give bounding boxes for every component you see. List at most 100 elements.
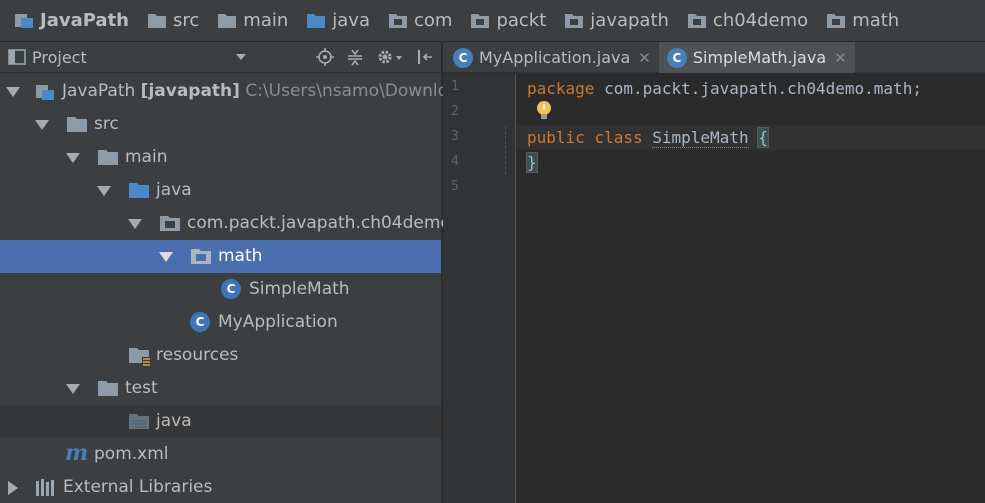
breadcrumb-item-java[interactable]: java [294, 0, 376, 42]
project-panel-header: Project [0, 42, 441, 73]
project-panel-title: Project [32, 47, 87, 67]
tree-item-math[interactable]: math [0, 240, 441, 273]
breadcrumb-label: main [243, 10, 289, 31]
keyword: package [527, 79, 595, 98]
breadcrumb-label: java [332, 10, 370, 31]
breadcrumb-label: math [852, 10, 900, 31]
collapse-all-icon[interactable] [345, 46, 365, 68]
package-icon [471, 14, 490, 28]
settings-gear-icon[interactable] [375, 46, 405, 68]
package-icon [160, 216, 180, 231]
tree-item-label: resources [156, 345, 239, 365]
close-brace: } [526, 152, 538, 173]
breadcrumb-label: packt [496, 10, 547, 31]
breadcrumb-label: JavaPath [40, 10, 129, 31]
project-icon [15, 14, 33, 28]
breadcrumb-label: ch04demo [712, 10, 809, 31]
test-folder-icon [129, 414, 149, 429]
expand-arrow-icon[interactable] [66, 383, 80, 395]
breadcrumb-item-com[interactable]: com [376, 0, 458, 42]
breadcrumb-item-ch04demo[interactable]: ch04demo [675, 0, 814, 42]
package-icon [388, 14, 407, 28]
breadcrumb-label: javapath [590, 10, 669, 31]
breadcrumb-item-src[interactable]: src [135, 0, 205, 42]
tree-item-package[interactable]: com.packt.javapath.ch04demo [0, 207, 451, 240]
tree-item-label: MyApplication [218, 312, 338, 332]
expand-arrow-icon[interactable] [128, 218, 142, 230]
breadcrumb-item-main[interactable]: main [205, 0, 294, 42]
module-icon [36, 85, 54, 100]
hide-panel-icon[interactable] [415, 46, 435, 68]
breadcrumb: JavaPath src main java com packt javapat… [0, 0, 985, 42]
editor-tab-bar: C MyApplication.java ✕ C SimpleMath.java… [443, 42, 985, 73]
tree-item-label: External Libraries [63, 477, 213, 497]
tree-item-test-java[interactable]: java [0, 405, 441, 438]
folder-icon [218, 14, 237, 28]
code-area: package com.packt.javapath.ch04demo.math… [526, 74, 922, 173]
tab-label: MyApplication.java [479, 48, 631, 67]
project-tree: JavaPath [javapath] C:\Users\nsamo\Downl… [0, 75, 469, 503]
tree-item-myapplication[interactable]: C MyApplication [0, 306, 441, 339]
tree-item-javapath[interactable]: JavaPath [javapath] C:\Users\nsamo\Downl… [0, 75, 469, 108]
line-gutter: 1 2 3 4 5 [443, 74, 516, 503]
expand-arrow-icon[interactable] [159, 251, 173, 263]
line-number: 2 [451, 104, 459, 119]
breadcrumb-label: src [173, 10, 200, 31]
tab-simplemath[interactable]: C SimpleMath.java ✕ [658, 42, 855, 73]
line-number: 4 [451, 154, 459, 169]
tree-item-test[interactable]: test [0, 372, 441, 405]
breadcrumb-item-math[interactable]: math [814, 0, 905, 42]
tree-item-label: java [156, 411, 192, 431]
close-tab-icon[interactable]: ✕ [638, 49, 651, 67]
tab-myapplication[interactable]: C MyApplication.java ✕ [443, 42, 659, 73]
view-dropdown-icon[interactable] [236, 53, 246, 61]
tree-item-pom[interactable]: m pom.xml [0, 438, 441, 471]
class-icon: C [190, 312, 210, 332]
package-icon [191, 249, 211, 264]
tree-item-label: test [125, 378, 158, 398]
tree-item-label: java [156, 180, 192, 200]
code-editor[interactable]: 1 2 3 4 5 package com.packt.javapath.ch0… [443, 74, 985, 503]
source-folder-icon [129, 183, 149, 198]
line-number: 3 [451, 129, 459, 144]
folder-icon [148, 14, 166, 28]
expand-arrow-icon[interactable] [66, 152, 80, 164]
tree-item-src[interactable]: src [0, 108, 441, 141]
line-number: 1 [451, 79, 459, 94]
collapsed-arrow-icon[interactable] [7, 481, 19, 495]
library-icon [36, 479, 54, 496]
code-line-1: package com.packt.javapath.ch04demo.math… [527, 76, 922, 101]
class-icon: C [453, 47, 473, 68]
close-tab-icon[interactable]: ✕ [834, 49, 847, 67]
package-name: com.packt.javapath.ch04demo.math; [594, 79, 922, 98]
tree-item-label: math [218, 246, 263, 266]
tree-item-simplemath[interactable]: C SimpleMath [0, 273, 441, 306]
code-line-4: } [526, 150, 538, 175]
package-icon [827, 14, 846, 28]
breadcrumb-item-javapath[interactable]: javapath [552, 0, 675, 42]
maven-icon: m [65, 440, 89, 466]
tree-item-java[interactable]: java [0, 174, 441, 207]
folder-icon [98, 381, 118, 396]
breadcrumb-item-javapath[interactable]: JavaPath [0, 0, 135, 42]
tree-item-label: com.packt.javapath.ch04demo [187, 213, 451, 233]
expand-arrow-icon[interactable] [35, 119, 49, 131]
open-brace: { [757, 127, 769, 148]
project-panel: Project JavaPath [javapath] C:\Users\nsa… [0, 42, 469, 503]
breadcrumb-label: com [413, 10, 453, 31]
source-folder-icon [307, 14, 326, 28]
locate-file-icon[interactable] [315, 46, 335, 68]
breadcrumb-item-packt[interactable]: packt [458, 0, 552, 42]
tree-item-external-libraries[interactable]: External Libraries [0, 471, 441, 503]
folder-icon [98, 150, 118, 165]
fold-guide [505, 126, 506, 174]
tree-item-label: pom.xml [94, 444, 169, 464]
tree-item-resources[interactable]: resources [0, 339, 441, 372]
expand-arrow-icon[interactable] [97, 185, 111, 197]
tree-item-main[interactable]: main [0, 141, 441, 174]
class-icon: C [221, 279, 241, 299]
expand-arrow-icon[interactable] [6, 86, 20, 98]
class-name: SimpleMath [652, 128, 749, 148]
tree-item-label: JavaPath [javapath] C:\Users\nsamo\Downl… [62, 81, 470, 101]
tree-item-label: src [94, 114, 119, 134]
